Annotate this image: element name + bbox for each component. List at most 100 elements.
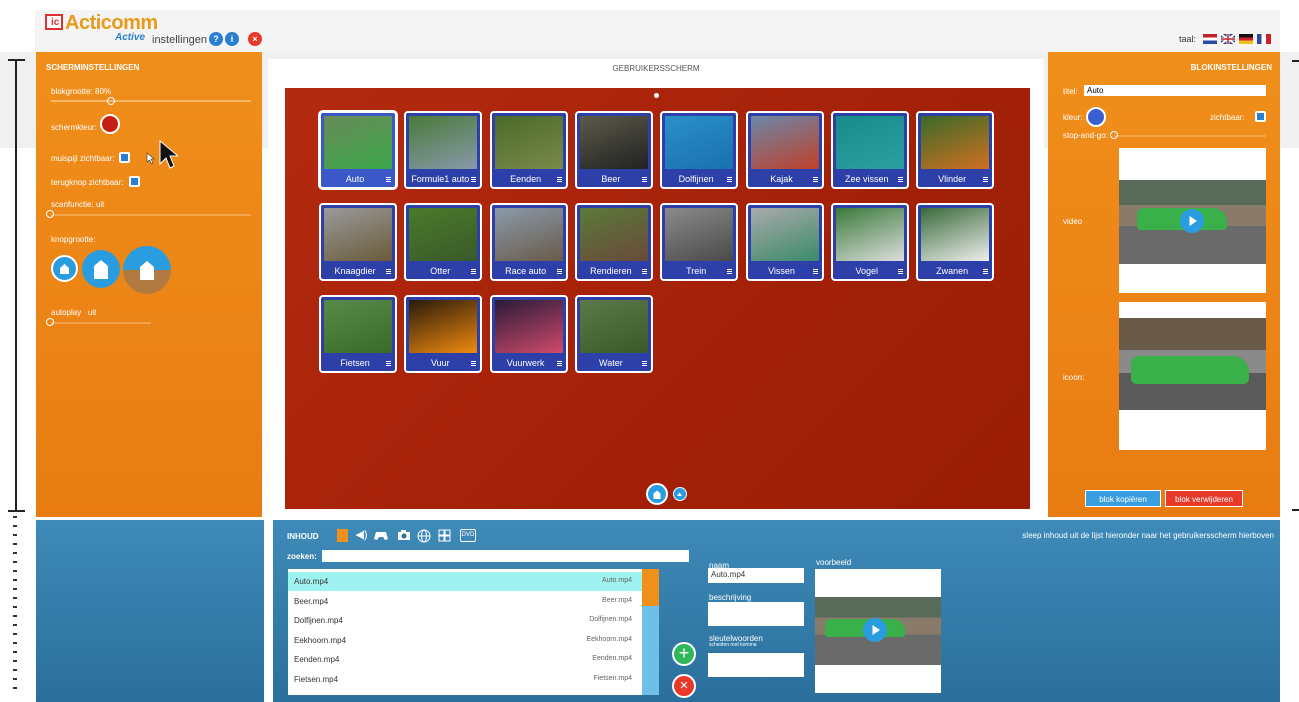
add-button[interactable]: + <box>672 642 696 666</box>
file-list-item[interactable]: Eekhoorn.mp4 Eekhoorn.mp4 <box>288 631 642 650</box>
play-icon[interactable] <box>863 618 887 642</box>
tile-menu-icon[interactable] <box>897 177 903 182</box>
help-icon[interactable]: ? <box>209 32 223 46</box>
visible-label: zichtbaar: <box>1210 113 1245 122</box>
file-list-item[interactable]: Beer.mp4 Beer.mp4 <box>288 592 642 611</box>
flag-german-icon[interactable] <box>1239 34 1253 44</box>
tile-vlinder[interactable]: Vlinder <box>916 111 995 189</box>
tile-menu-icon[interactable] <box>983 269 989 274</box>
tile-formule1-auto[interactable]: Formule1 auto <box>404 111 483 189</box>
tile-menu-icon[interactable] <box>812 269 818 274</box>
remove-button[interactable]: × <box>672 674 696 698</box>
file-list-item[interactable]: Dolfijnen.mp4 Dolfijnen.mp4 <box>288 611 642 630</box>
button-size-small[interactable] <box>51 255 78 282</box>
content-filter-all-icon[interactable] <box>337 529 348 542</box>
stop-and-go-slider-knob[interactable] <box>1110 131 1118 139</box>
tile-vuur[interactable]: Vuur <box>404 295 483 373</box>
close-icon[interactable]: × <box>248 32 262 46</box>
icon-preview[interactable] <box>1119 302 1266 450</box>
tile-zwanen[interactable]: Zwanen <box>916 203 995 281</box>
tile-eenden[interactable]: Eenden <box>489 111 568 189</box>
video-preview[interactable] <box>1119 148 1266 293</box>
stop-and-go-slider[interactable] <box>1114 135 1266 137</box>
block-title-input[interactable] <box>1084 85 1266 96</box>
copy-block-button[interactable]: blok kopiëren <box>1085 490 1161 507</box>
tile-race-auto[interactable]: Race auto <box>489 203 568 281</box>
block-size-slider-knob[interactable] <box>107 97 115 105</box>
audio-icon[interactable]: ◀) <box>355 529 368 542</box>
scan-slider[interactable] <box>51 214 251 216</box>
tile-auto[interactable]: Auto <box>319 111 397 189</box>
tile-menu-icon[interactable] <box>386 361 391 366</box>
delete-block-button[interactable]: blok verwijderen <box>1165 490 1243 507</box>
tile-knaagdier[interactable]: Knaagdier <box>319 203 397 281</box>
tile-rendieren[interactable]: Rendieren <box>574 203 653 281</box>
home-button[interactable] <box>646 483 668 505</box>
tile-vissen[interactable]: Vissen <box>745 203 824 281</box>
tile-kajak[interactable]: Kajak <box>745 111 824 189</box>
tile-menu-icon[interactable] <box>727 177 733 182</box>
gamepad-icon[interactable] <box>374 529 388 542</box>
search-input[interactable] <box>322 550 689 562</box>
play-icon[interactable] <box>1180 209 1204 233</box>
user-screen-title: GEBRUIKERSSCHERM <box>612 64 700 73</box>
tile-menu-icon[interactable] <box>471 269 477 274</box>
tile-vuurwerk[interactable]: Vuurwerk <box>489 295 568 373</box>
tile-menu-icon[interactable] <box>641 361 647 366</box>
tile-menu-icon[interactable] <box>983 177 989 182</box>
flag-dutch-icon[interactable] <box>1203 34 1217 44</box>
file-list-item[interactable]: Auto.mp4 Auto.mp4 <box>288 572 642 591</box>
preview-frame[interactable] <box>815 569 941 693</box>
tile-menu-icon[interactable] <box>386 269 391 274</box>
description-field[interactable] <box>708 602 804 626</box>
tile-menu-icon[interactable] <box>812 177 818 182</box>
tile-menu-icon[interactable] <box>897 269 903 274</box>
tile-otter[interactable]: Otter <box>404 203 483 281</box>
camera-icon[interactable] <box>397 529 410 542</box>
file-name: Dolfijnen.mp4 <box>294 616 343 625</box>
block-color-swatch[interactable] <box>1086 107 1106 127</box>
file-list-scrollbar-thumb[interactable] <box>642 569 659 606</box>
back-button[interactable] <box>673 487 687 501</box>
file-list-item[interactable]: Fietsen.mp4 Fietsen.mp4 <box>288 670 642 689</box>
tile-menu-icon[interactable] <box>727 269 733 274</box>
screen-color-swatch[interactable] <box>100 114 120 134</box>
settings-label[interactable]: instellingen <box>152 34 207 46</box>
globe-icon[interactable] <box>417 529 431 543</box>
tile-zee-vissen[interactable]: Zee vissen <box>830 111 909 189</box>
tile-menu-icon[interactable] <box>641 177 647 182</box>
tile-dolfijnen[interactable]: Dolfijnen <box>660 111 739 189</box>
tile-vogel[interactable]: Vogel <box>830 203 909 281</box>
tile-menu-icon[interactable] <box>556 269 562 274</box>
file-list-item[interactable]: Eenden.mp4 Eenden.mp4 <box>288 650 642 669</box>
back-button-visible-checkbox[interactable] <box>129 176 140 187</box>
tile-menu-icon[interactable] <box>556 177 562 182</box>
grid-icon[interactable] <box>438 529 451 542</box>
tile-thumbnail <box>409 208 478 261</box>
name-field[interactable]: Auto.mp4 <box>708 568 804 583</box>
pointer-visible-label: muispijl zichtbaar: <box>51 154 115 163</box>
tile-fietsen[interactable]: Fietsen <box>319 295 397 373</box>
tile-menu-icon[interactable] <box>471 361 477 366</box>
dvd-icon[interactable]: DVD <box>460 529 476 542</box>
block-size-slider[interactable] <box>51 100 251 102</box>
tile-trein[interactable]: Trein <box>660 203 739 281</box>
button-size-medium[interactable] <box>82 250 120 288</box>
info-icon[interactable]: i <box>225 32 239 46</box>
autoplay-slider-knob[interactable] <box>46 318 54 326</box>
tile-water[interactable]: Water <box>574 295 653 373</box>
tile-menu-icon[interactable] <box>471 177 477 182</box>
autoplay-slider[interactable] <box>51 322 151 324</box>
flag-french-icon[interactable] <box>1257 34 1271 44</box>
block-visible-checkbox[interactable] <box>1255 111 1266 122</box>
file-list-scrollbar[interactable] <box>642 569 659 695</box>
keywords-field[interactable] <box>708 653 804 677</box>
tile-menu-icon[interactable] <box>641 269 647 274</box>
tile-beer[interactable]: Beer <box>574 111 653 189</box>
pointer-visible-checkbox[interactable] <box>119 152 130 163</box>
button-size-large[interactable] <box>123 246 171 294</box>
flag-english-icon[interactable] <box>1221 34 1235 44</box>
tile-menu-icon[interactable] <box>556 361 562 366</box>
scan-slider-knob[interactable] <box>46 210 54 218</box>
tile-menu-icon[interactable] <box>386 177 391 182</box>
